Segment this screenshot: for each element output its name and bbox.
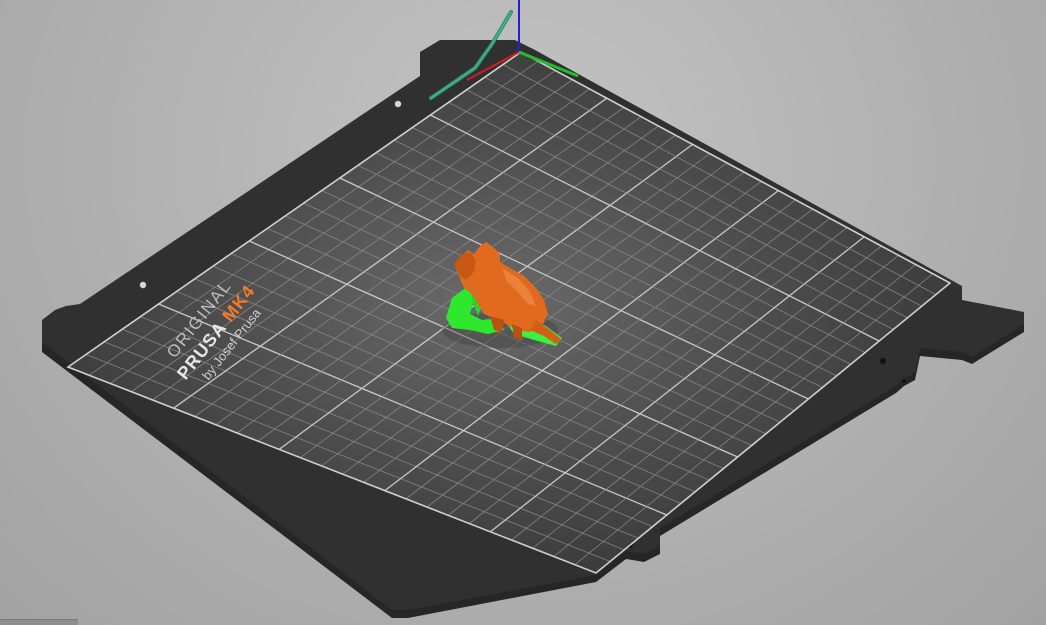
3d-viewport[interactable]: ORIGINAL PRUSA MK4 by Josef Prusa — [0, 0, 1046, 625]
bed-mount-dot — [902, 379, 906, 383]
corner-panel-edge — [0, 619, 78, 625]
scene-canvas[interactable]: ORIGINAL PRUSA MK4 by Josef Prusa — [0, 0, 1046, 625]
bed-hole — [139, 281, 147, 289]
bed-hole — [394, 100, 402, 108]
bed-mount-dot — [880, 358, 886, 364]
